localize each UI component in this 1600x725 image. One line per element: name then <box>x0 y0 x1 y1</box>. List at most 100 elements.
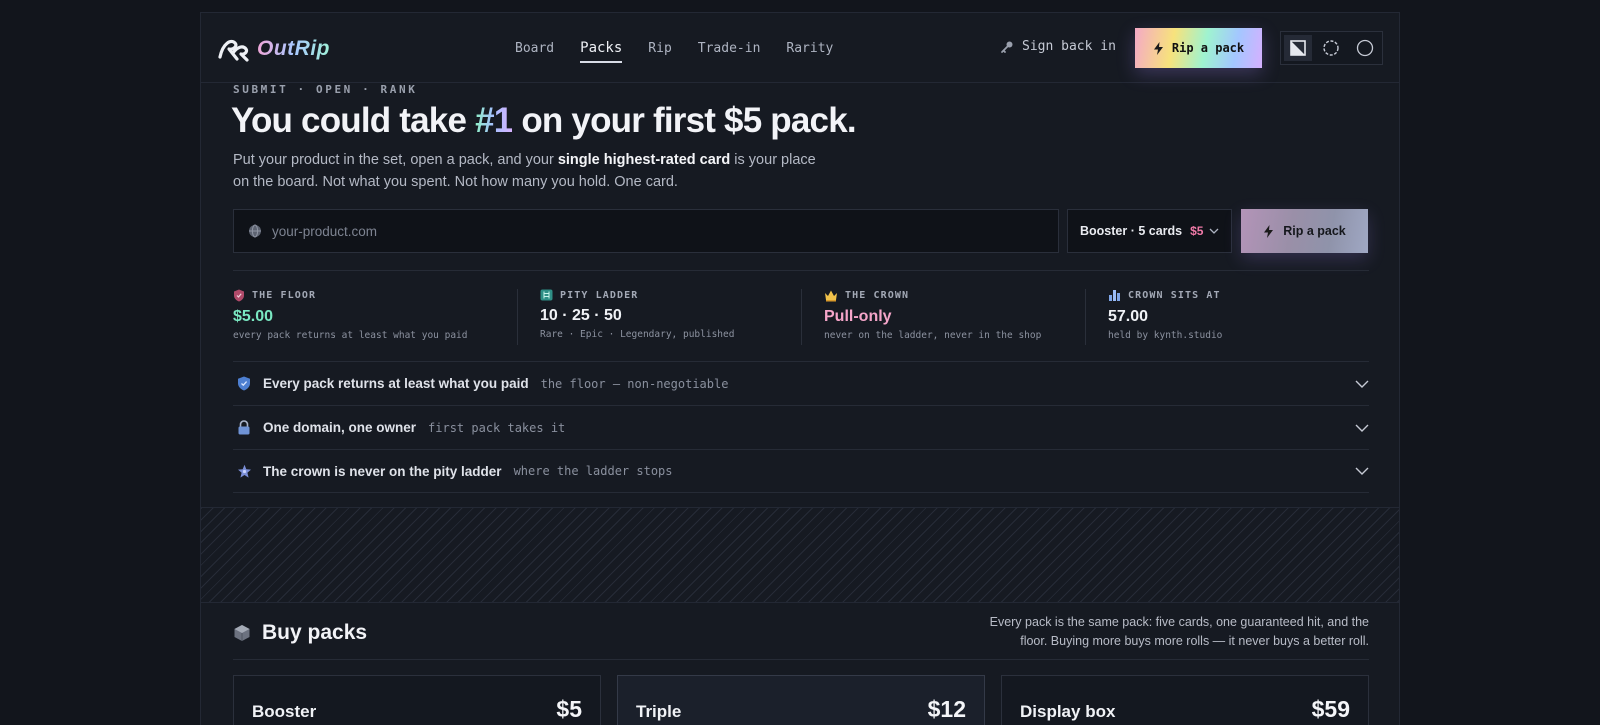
faq-accordion: Every pack returns at least what you pai… <box>233 361 1369 493</box>
pack-card-name: Booster <box>252 702 317 721</box>
stat-note: never on the ladder, never in the shop <box>824 330 1042 341</box>
rip-pack-button[interactable]: Rip a pack <box>1241 209 1368 253</box>
theme-switcher <box>1280 31 1383 65</box>
accordion-subtitle: the floor — non-negotiable <box>540 376 729 391</box>
main-nav: Board Packs Rip Trade-in Rarity <box>515 13 833 83</box>
stat-pity-ladder: PITY LADDER 10 · 25 · 50 Rare · Epic · L… <box>517 289 801 345</box>
stat-value: 10 · 25 · 50 <box>540 307 622 324</box>
header-rip-label: Rip a pack <box>1171 41 1245 55</box>
pack-card-price: $5 <box>556 696 582 722</box>
holo-badge-icon <box>1323 40 1340 56</box>
stat-crown-sits-at: CROWN SITS AT 57.00 held by kynth.studio <box>1085 289 1369 345</box>
star-icon <box>235 462 253 480</box>
stat-value: Pull-only <box>824 308 892 325</box>
sign-in-link[interactable]: Sign back in <box>1000 39 1116 54</box>
hero-eyebrow: SUBMIT · OPEN · RANK <box>233 83 418 96</box>
key-icon <box>1001 41 1013 53</box>
buy-packs-description: Every pack is the same pack: five cards,… <box>989 615 1369 648</box>
buy-packs-heading: Buy packs <box>233 621 367 645</box>
theme-contrast-button[interactable] <box>1283 35 1312 61</box>
stat-crown: THE CROWN Pull-only never on the ladder,… <box>801 289 1085 345</box>
headline-accent: #1 <box>475 101 513 140</box>
pack-select-price: $5 <box>1190 224 1204 238</box>
stat-floor: THE FLOOR $5.00 every pack returns at le… <box>233 289 517 345</box>
accordion-title: Every pack returns at least what you pai… <box>263 376 529 391</box>
bolt-icon <box>1153 41 1163 55</box>
rip-pack-label: Rip a pack <box>1283 224 1346 238</box>
stat-label-text: CROWN SITS AT <box>1128 290 1221 301</box>
page-frame: OutRip Board Packs Rip Trade-in Rarity S… <box>200 12 1400 725</box>
stat-note: Rare · Epic · Legendary, published <box>540 329 735 340</box>
stat-label: CROWN SITS AT <box>1108 289 1369 302</box>
stat-label: PITY LADDER <box>540 289 801 301</box>
stat-note: held by kynth.studio <box>1108 330 1223 341</box>
pack-card-display-box[interactable]: Display box $59 <box>1001 675 1369 725</box>
chevron-down-icon <box>1209 228 1219 234</box>
stat-value: 57.00 <box>1108 308 1149 325</box>
stat-label-text: THE FLOOR <box>252 290 317 301</box>
accordion-title: One domain, one owner <box>263 420 417 435</box>
pack-card-booster[interactable]: Booster $5 <box>233 675 601 725</box>
bolt-icon <box>1264 224 1274 238</box>
stat-label-text: THE CROWN <box>845 290 910 301</box>
accordion-item[interactable]: One domain, one owner first pack takes i… <box>233 405 1369 449</box>
subtext-bold: single highest-rated card <box>557 152 731 168</box>
pack-card-price: $59 <box>1311 696 1350 722</box>
shield-check-icon <box>235 375 253 393</box>
accordion-item[interactable]: The crown is never on the pity ladder wh… <box>233 449 1369 493</box>
shield-icon <box>234 289 244 302</box>
subtext-pre: Put your product in the set, open a pack… <box>233 152 558 168</box>
buy-divider <box>233 659 1369 660</box>
bar-chart-icon <box>1109 290 1120 301</box>
logo-mark-icon <box>218 39 249 62</box>
contrast-icon <box>1290 40 1306 56</box>
stat-label: THE FLOOR <box>233 289 517 302</box>
chevron-down-icon <box>1355 467 1369 475</box>
nav-rarity[interactable]: Rarity <box>786 35 833 62</box>
accordion-title: The crown is never on the pity ladder <box>263 463 502 479</box>
box-icon <box>234 625 250 641</box>
brand-name: OutRip <box>257 37 330 60</box>
hatched-divider <box>201 507 1399 603</box>
pack-cards: Booster $5 Triple $12 Display box $59 <box>233 675 1369 725</box>
accordion-subtitle: first pack takes it <box>428 420 566 435</box>
stat-value: $5.00 <box>233 308 274 325</box>
nav-packs[interactable]: Packs <box>580 34 623 63</box>
headline-post: on your first $5 pack. <box>512 101 856 140</box>
crown-icon <box>825 290 837 302</box>
pack-select-value: Booster · 5 cards <box>1080 224 1183 238</box>
hero-headline: You could take #1 on your first $5 pack. <box>231 101 857 141</box>
circle-icon <box>1356 39 1374 57</box>
chevron-down-icon <box>1355 424 1369 432</box>
ladder-icon <box>540 289 553 301</box>
chevron-down-icon <box>1355 380 1369 388</box>
url-input[interactable] <box>272 223 1032 239</box>
nav-board[interactable]: Board <box>515 35 554 62</box>
pack-card-triple[interactable]: Triple $12 <box>617 675 985 725</box>
theme-circle-button[interactable] <box>1351 35 1379 61</box>
pack-card-price: $12 <box>927 696 966 722</box>
stat-note: every pack returns at least what you pai… <box>233 330 468 341</box>
nav-trade-in[interactable]: Trade-in <box>698 35 761 62</box>
header-rip-button[interactable]: Rip a pack <box>1135 28 1262 68</box>
pack-type-select[interactable]: Booster · 5 cards $5 <box>1067 209 1232 253</box>
buy-packs-title: Buy packs <box>262 621 368 644</box>
accordion-subtitle: where the ladder stops <box>513 464 673 478</box>
hero-subtext: Put your product in the set, open a pack… <box>233 149 833 193</box>
lock-icon <box>235 419 253 437</box>
globe-icon <box>249 224 261 238</box>
pack-card-name: Display box <box>1020 702 1116 721</box>
theme-holo-button[interactable] <box>1317 35 1345 61</box>
top-header: OutRip Board Packs Rip Trade-in Rarity S… <box>201 13 1399 83</box>
pack-card-name: Triple <box>636 702 682 721</box>
stats-row: THE FLOOR $5.00 every pack returns at le… <box>233 289 1369 345</box>
url-field[interactable] <box>233 209 1059 253</box>
accordion-item[interactable]: Every pack returns at least what you pai… <box>233 361 1369 405</box>
nav-rip[interactable]: Rip <box>648 35 671 62</box>
stat-label: THE CROWN <box>824 289 1085 302</box>
brand-logo[interactable]: OutRip <box>217 35 330 63</box>
stats-divider <box>233 270 1369 271</box>
headline-pre: You could take <box>231 101 476 140</box>
sign-in-label: Sign back in <box>1022 39 1116 54</box>
stat-label-text: PITY LADDER <box>560 289 639 301</box>
